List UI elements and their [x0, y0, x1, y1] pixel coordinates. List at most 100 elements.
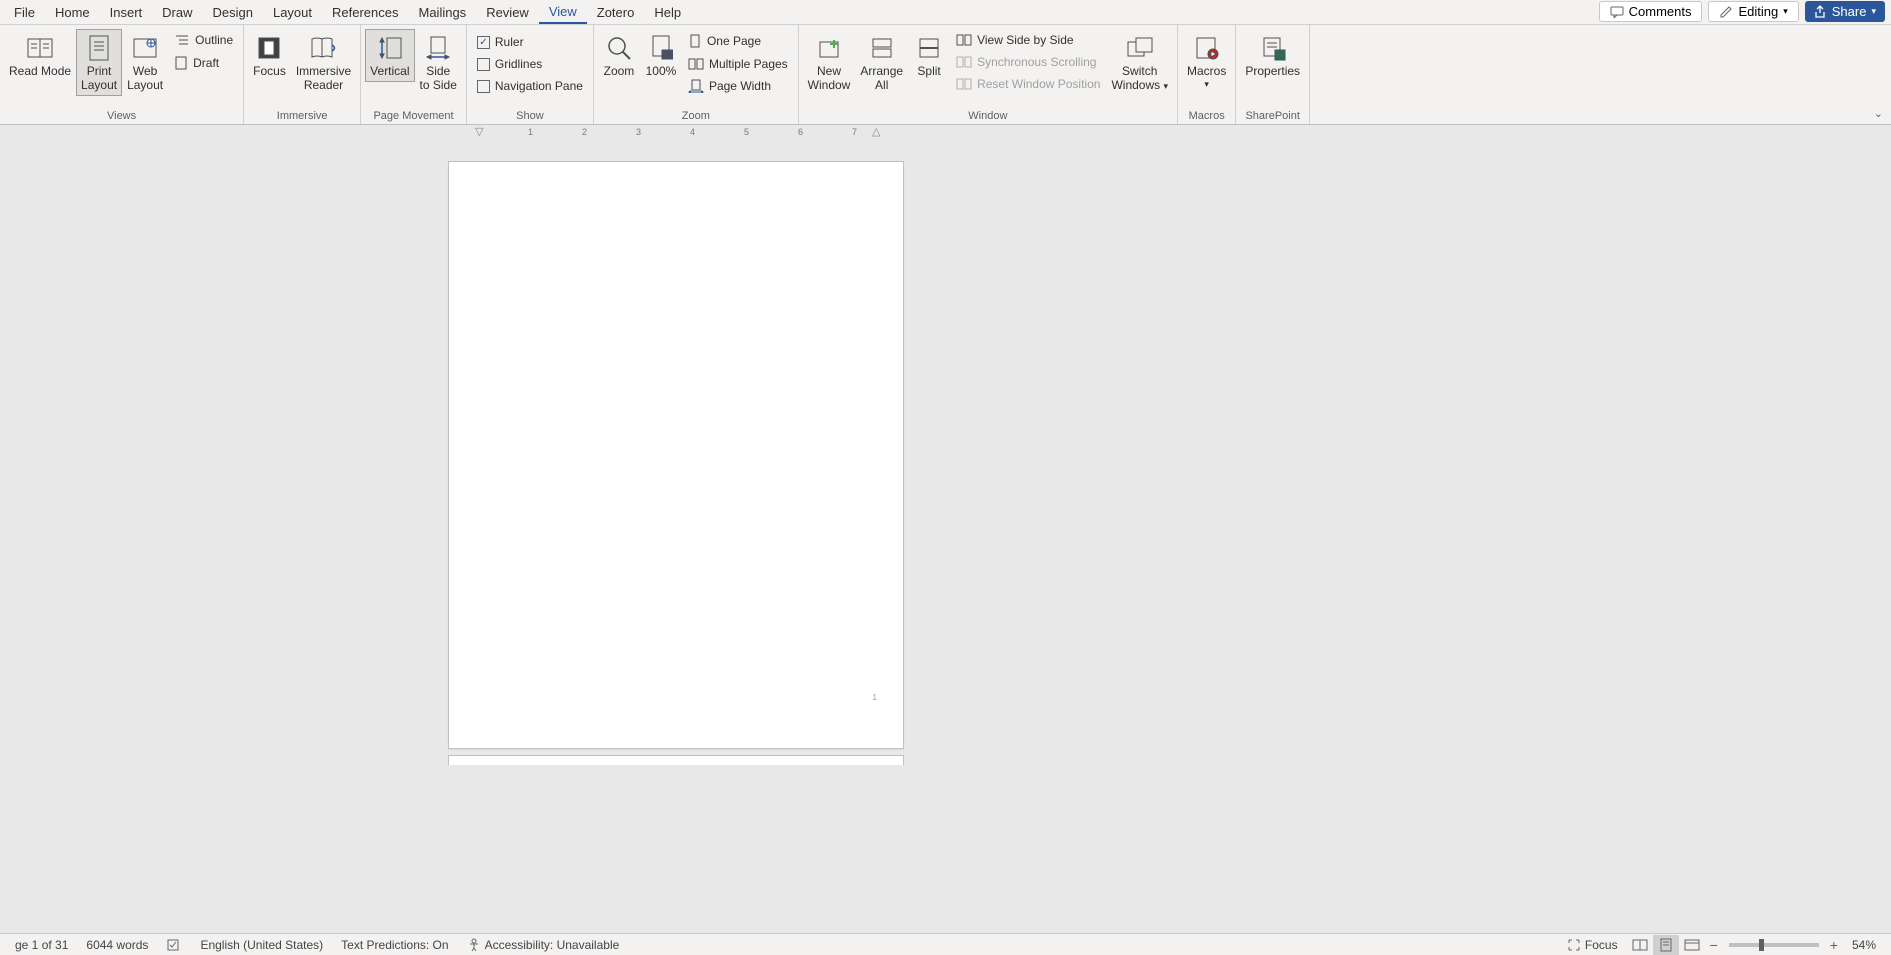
menu-draw[interactable]: Draw [152, 2, 202, 23]
new-window-button[interactable]: New Window [803, 29, 856, 96]
sharepoint-group-label: SharePoint [1236, 109, 1309, 124]
menu-view[interactable]: View [539, 1, 587, 24]
comments-label: Comments [1629, 4, 1692, 19]
focus-mode-button[interactable]: Focus [1558, 938, 1627, 952]
ruler-mark: 2 [582, 127, 587, 137]
properties-button[interactable]: S Properties [1240, 29, 1305, 82]
menu-design[interactable]: Design [203, 2, 263, 23]
focus-button[interactable]: Focus [248, 29, 291, 82]
sync-scroll-icon [956, 55, 972, 69]
web-layout-icon [129, 32, 161, 64]
arrange-all-button[interactable]: Arrange All [855, 29, 908, 96]
print-layout-view-button[interactable] [1653, 935, 1679, 955]
hundred-percent-icon: 100 [645, 32, 677, 64]
split-label: Split [917, 65, 940, 79]
right-indent-marker[interactable]: △ [872, 125, 880, 138]
accessibility-status[interactable]: Accessibility: Unavailable [458, 938, 629, 952]
page-width-label: Page Width [709, 79, 771, 93]
vertical-icon [374, 32, 406, 64]
menu-home[interactable]: Home [45, 2, 100, 23]
ribbon-collapse-button[interactable]: ⌄ [1874, 107, 1883, 120]
comments-button[interactable]: Comments [1599, 1, 1703, 22]
page-status[interactable]: ge 1 of 31 [6, 938, 77, 952]
page-number: 1 [873, 693, 877, 702]
one-page-button[interactable]: One Page [686, 31, 790, 51]
outline-button[interactable]: Outline [172, 31, 235, 49]
menu-references[interactable]: References [322, 2, 408, 23]
ruler-mark: 5 [744, 127, 749, 137]
spellcheck-icon [166, 938, 182, 952]
left-indent-marker[interactable]: ▽ [475, 125, 483, 138]
immersive-reader-button[interactable]: Immersive Reader [291, 29, 356, 96]
page-width-button[interactable]: Page Width [686, 77, 790, 95]
menu-mailings[interactable]: Mailings [409, 2, 477, 23]
spellcheck-status[interactable] [157, 938, 191, 952]
synchronous-scrolling-button: Synchronous Scrolling [954, 53, 1102, 71]
draft-icon [174, 55, 188, 71]
menu-file[interactable]: File [4, 2, 45, 23]
read-mode-view-button[interactable] [1627, 935, 1653, 955]
side-to-side-button[interactable]: Side to Side [415, 29, 462, 96]
ruler-mark: 6 [798, 127, 803, 137]
read-mode-label: Read Mode [9, 65, 71, 79]
navigation-pane-checkbox[interactable]: Navigation Pane [475, 77, 585, 95]
print-layout-button[interactable]: Print Layout [76, 29, 122, 96]
multiple-pages-icon [688, 57, 704, 71]
text-predictions-status[interactable]: Text Predictions: On [332, 938, 457, 952]
vertical-label: Vertical [370, 65, 409, 79]
language-status[interactable]: English (United States) [191, 938, 332, 952]
svg-text:S: S [1277, 51, 1283, 60]
reset-position-icon [956, 77, 972, 91]
zoom-button[interactable]: Zoom [598, 29, 640, 82]
properties-label: Properties [1245, 65, 1300, 79]
web-layout-label: Web Layout [127, 65, 163, 93]
menu-zotero[interactable]: Zotero [587, 2, 645, 23]
read-mode-button[interactable]: Read Mode [4, 29, 76, 82]
group-zoom: Zoom 100 100% One Page Multiple Pages Pa… [594, 25, 799, 124]
zoom-slider[interactable] [1729, 943, 1819, 947]
group-window: New Window Arrange All Split View Side b… [799, 25, 1178, 124]
group-page-movement: Vertical Side to Side Page Movement [361, 25, 467, 124]
view-side-by-side-button[interactable]: View Side by Side [954, 31, 1102, 49]
switch-windows-button[interactable]: Switch Windows ▾ [1106, 29, 1173, 96]
document-page[interactable]: 1 [448, 161, 904, 749]
share-icon [1814, 5, 1827, 18]
zoom-in-button[interactable]: + [1825, 937, 1843, 953]
zoom-label: Zoom [604, 65, 635, 79]
page-width-icon [688, 79, 704, 93]
horizontal-ruler[interactable]: 1 2 3 4 5 6 7 [448, 127, 904, 145]
editing-button[interactable]: Editing ▾ [1708, 1, 1798, 22]
draft-button[interactable]: Draft [172, 53, 235, 73]
ruler-mark: 1 [528, 127, 533, 137]
menubar: File Home Insert Draw Design Layout Refe… [0, 0, 1891, 25]
reset-window-position-button: Reset Window Position [954, 75, 1102, 93]
ruler-checkbox[interactable]: ✓ Ruler [475, 33, 585, 51]
share-button[interactable]: Share ▾ [1805, 1, 1885, 22]
gridlines-checkbox[interactable]: Gridlines [475, 55, 585, 73]
accessibility-icon [467, 938, 481, 952]
svg-text:100: 100 [662, 52, 673, 59]
zoom-out-button[interactable]: − [1705, 937, 1723, 953]
menu-help[interactable]: Help [644, 2, 691, 23]
immersive-reader-label: Immersive Reader [296, 65, 351, 93]
word-count[interactable]: 6044 words [77, 938, 157, 952]
vertical-button[interactable]: Vertical [365, 29, 414, 82]
hundred-percent-button[interactable]: 100 100% [640, 29, 682, 82]
multiple-pages-button[interactable]: Multiple Pages [686, 55, 790, 73]
split-button[interactable]: Split [908, 29, 950, 82]
switch-windows-label: Switch Windows ▾ [1111, 65, 1168, 93]
zoom-slider-thumb[interactable] [1759, 939, 1764, 951]
macros-button[interactable]: Macros ▾ [1182, 29, 1231, 92]
new-window-label: New Window [808, 65, 851, 93]
zoom-level[interactable]: 54% [1843, 938, 1885, 952]
menu-layout[interactable]: Layout [263, 2, 322, 23]
document-area[interactable]: 1 [0, 149, 1891, 759]
web-layout-button[interactable]: Web Layout [122, 29, 168, 96]
draft-label: Draft [193, 56, 219, 70]
web-layout-view-button[interactable] [1679, 935, 1705, 955]
focus-mode-label: Focus [1585, 938, 1618, 952]
menu-review[interactable]: Review [476, 2, 539, 23]
document-page-next[interactable] [448, 755, 904, 765]
menu-insert[interactable]: Insert [100, 2, 153, 23]
show-group-label: Show [467, 109, 593, 124]
